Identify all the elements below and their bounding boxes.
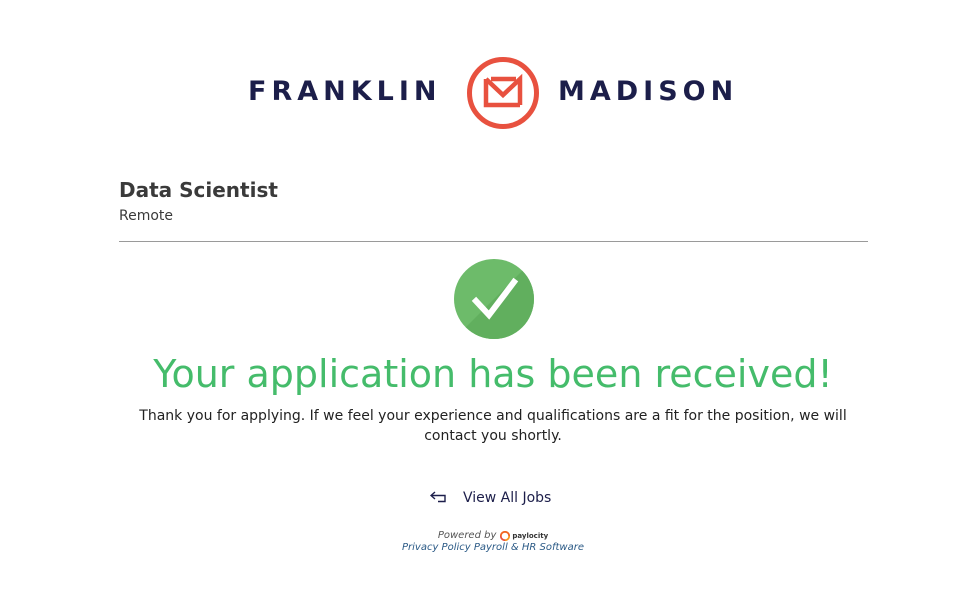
checkmark-circle-icon	[454, 259, 534, 339]
paylocity-mark-icon	[500, 531, 511, 541]
privacy-policy-link[interactable]: Privacy Policy	[402, 542, 471, 553]
paylocity-wordmark: paylocity	[512, 532, 549, 540]
confirmation-heading: Your application has been received!	[153, 352, 833, 396]
job-title: Data Scientist	[119, 178, 278, 202]
header-divider	[119, 241, 868, 242]
powered-by-label: Powered by	[437, 530, 497, 541]
footer: Powered by paylocity Privacy Policy Payr…	[0, 530, 972, 554]
payroll-hr-software-link[interactable]: Payroll & HR Software	[474, 542, 584, 553]
company-logo: FRANKLIN MADISON	[0, 54, 972, 134]
application-confirmation-page: FRANKLIN MADISON Data Scientist Remote Y…	[0, 0, 972, 614]
logo-word-franklin: FRANKLIN	[248, 76, 442, 107]
job-location: Remote	[119, 208, 174, 224]
confirmation-message: Thank you for applying. If we feel your …	[139, 408, 847, 444]
view-all-jobs-link[interactable]: View All Jobs	[430, 487, 551, 509]
paylocity-logo: paylocity	[500, 530, 548, 542]
back-arrow-icon	[430, 491, 446, 503]
powered-by: Powered by paylocity	[438, 530, 548, 542]
logo-word-madison: MADISON	[558, 76, 739, 107]
view-all-jobs-label: View All Jobs	[463, 490, 552, 506]
fm-circle-logo-icon	[467, 57, 539, 129]
footer-links: Privacy Policy Payroll & HR Software	[0, 542, 972, 554]
